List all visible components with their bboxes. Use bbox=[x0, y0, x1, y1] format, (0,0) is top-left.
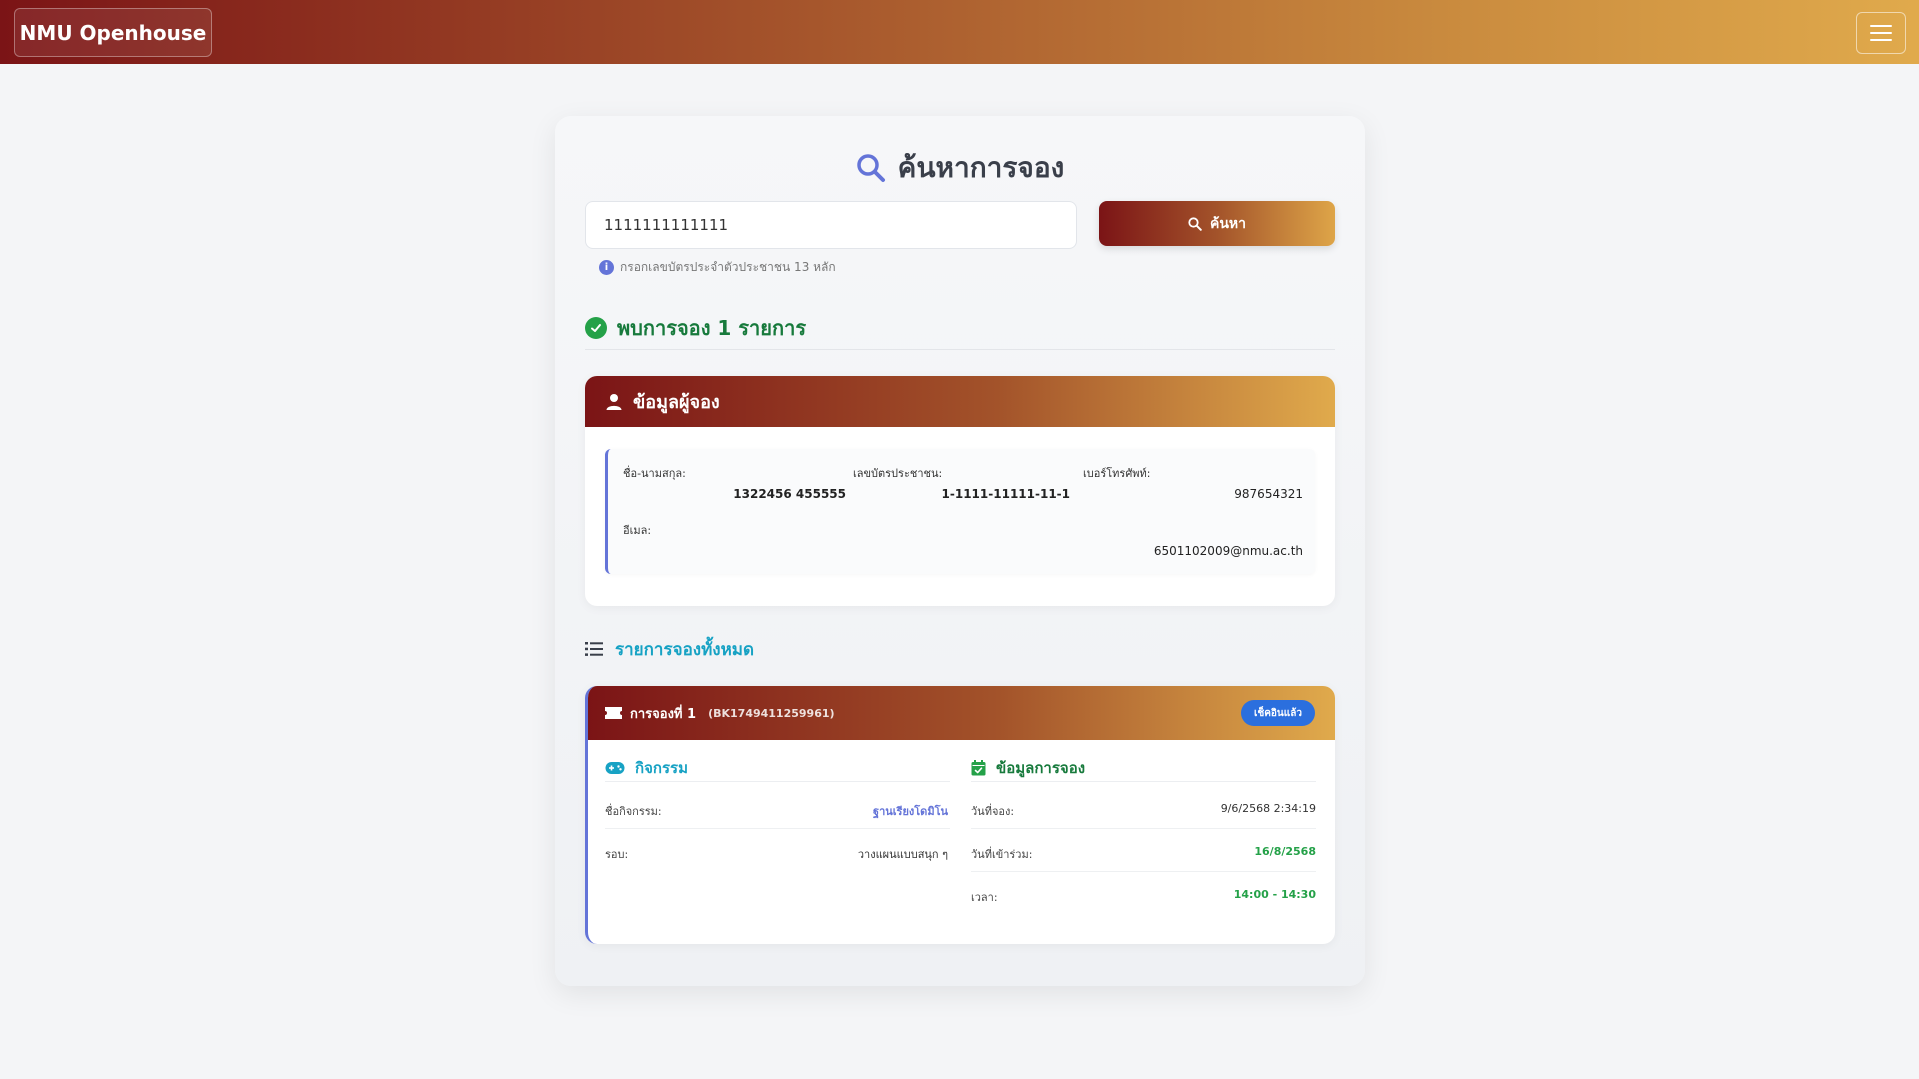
booking-date-label: วันที่จอง: bbox=[971, 805, 1015, 818]
activity-section-title: กิจกรรม bbox=[635, 758, 688, 777]
activity-name-label: ชื่อกิจกรรม: bbox=[605, 805, 662, 818]
search-card: ค้นหาการจอง ค้นหา i กรอกเลขบัตรประจำตัวป… bbox=[555, 116, 1365, 986]
time-value: 14:00 - 14:30 bbox=[1233, 888, 1316, 901]
calendar-check-icon bbox=[971, 759, 986, 775]
page-title-text: ค้นหาการจอง bbox=[897, 151, 1065, 184]
attend-date-label: วันที่เข้าร่วม: bbox=[971, 848, 1033, 861]
hamburger-icon bbox=[1870, 25, 1892, 27]
activity-name-value[interactable]: ฐานเรียงโดมิโน bbox=[738, 802, 948, 820]
hint-text: กรอกเลขบัตรประจำตัวประชาชน 13 หลัก bbox=[620, 259, 836, 274]
page-title: ค้นหาการจอง bbox=[555, 146, 1365, 190]
user-icon bbox=[606, 393, 622, 410]
info-icon: i bbox=[599, 259, 614, 275]
booking-title: การจองที่ 1 (BK1749411259961) bbox=[605, 686, 835, 740]
time-label: เวลา: bbox=[971, 891, 998, 904]
check-circle-icon bbox=[585, 316, 607, 339]
booker-info-card: ข้อมูลผู้จอง ชื่อ-นามสกุล: 1322456 45555… bbox=[585, 376, 1335, 606]
phone-label: เบอร์โทรศัพท์: bbox=[1083, 467, 1151, 480]
result-summary-text: พบการจอง 1 รายการ bbox=[617, 315, 807, 340]
booking-info-section-title: ข้อมูลการจอง bbox=[996, 758, 1086, 777]
brand-link[interactable]: NMU Openhouse bbox=[14, 8, 212, 57]
id-search-input[interactable] bbox=[585, 201, 1077, 249]
search-button[interactable]: ค้นหา bbox=[1099, 201, 1335, 246]
list-icon bbox=[585, 642, 603, 656]
booking-card: การจองที่ 1 (BK1749411259961) เช็คอินแล้… bbox=[585, 686, 1335, 944]
magnifier-icon bbox=[856, 154, 885, 182]
ticket-icon bbox=[605, 707, 622, 719]
email-label: อีเมล: bbox=[623, 524, 652, 537]
attend-date-value: 16/8/2568 bbox=[1254, 845, 1316, 858]
all-bookings-title: รายการจองทั้งหมด bbox=[615, 639, 755, 660]
booker-info-body: ชื่อ-นามสกุล: 1322456 455555 เลขบัตรประช… bbox=[605, 449, 1315, 574]
gamepad-icon bbox=[605, 761, 625, 774]
booking-date-value: 9/6/2568 2:34:19 bbox=[1220, 802, 1316, 815]
all-bookings-heading: รายการจองทั้งหมด bbox=[585, 634, 754, 664]
booking-code: (BK1749411259961) bbox=[708, 706, 835, 720]
navbar: NMU Openhouse bbox=[0, 0, 1919, 64]
id-label: เลขบัตรประชาชน: bbox=[853, 467, 943, 480]
status-badge: เช็คอินแล้ว bbox=[1241, 700, 1315, 726]
menu-toggle-button[interactable] bbox=[1856, 12, 1906, 54]
booking-title-text: การจองที่ 1 bbox=[630, 706, 697, 722]
booking-header: การจองที่ 1 (BK1749411259961) เช็คอินแล้… bbox=[588, 686, 1335, 740]
result-summary: พบการจอง 1 รายการ bbox=[585, 312, 1335, 350]
input-hint: i กรอกเลขบัตรประจำตัวประชาชน 13 หลัก bbox=[599, 258, 836, 276]
name-value: 1322456 455555 bbox=[733, 487, 846, 501]
booker-info-title: ข้อมูลผู้จอง bbox=[633, 392, 720, 413]
round-value: วางแผนแบบสนุก ๆ bbox=[857, 848, 948, 861]
activity-section-header: กิจกรรม bbox=[605, 754, 950, 782]
id-value: 1-1111-11111-11-1 bbox=[941, 487, 1070, 501]
name-label: ชื่อ-นามสกุล: bbox=[623, 467, 686, 480]
booker-info-header: ข้อมูลผู้จอง bbox=[585, 376, 1335, 427]
phone-value: 987654321 bbox=[1234, 487, 1303, 501]
search-button-label: ค้นหา bbox=[1209, 215, 1247, 232]
booking-info-section-header: ข้อมูลการจอง bbox=[971, 754, 1316, 782]
round-label: รอบ: bbox=[605, 848, 629, 861]
search-icon bbox=[1188, 216, 1202, 231]
email-value: 6501102009@nmu.ac.th bbox=[1153, 544, 1303, 558]
